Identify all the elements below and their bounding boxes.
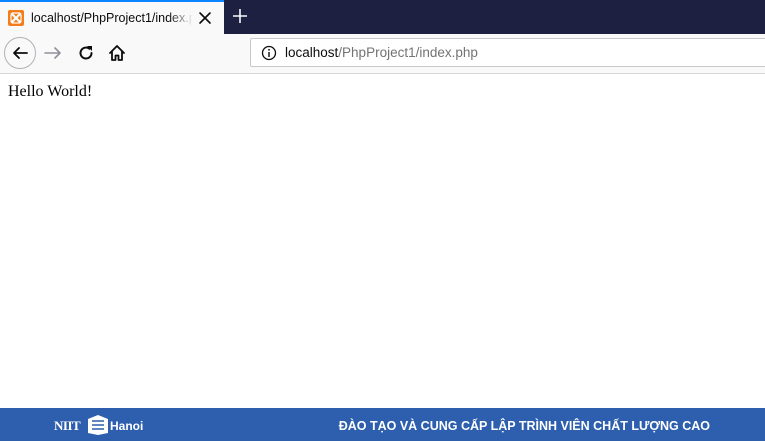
plus-icon[interactable] (232, 8, 248, 24)
xampp-icon (8, 10, 24, 26)
url-host: localhost (285, 45, 339, 60)
url-text[interactable]: localhost/PhpProject1/index.php (285, 45, 478, 60)
logo-city: Hanoi (110, 419, 144, 433)
page-content: Hello World! (0, 74, 765, 408)
back-arrow-icon (13, 47, 28, 59)
reload-button[interactable] (77, 44, 95, 67)
tab-strip: localhost/PhpProject1/index.php (0, 0, 765, 34)
navigation-toolbar: localhost/PhpProject1/index.php (0, 34, 765, 74)
home-button[interactable] (108, 44, 126, 67)
footer-slogan: ĐÀO TẠO VÀ CUNG CẤP LẬP TRÌNH VIÊN CHẤT … (338, 419, 710, 433)
url-bar[interactable]: localhost/PhpProject1/index.php (250, 38, 765, 67)
close-icon[interactable] (198, 11, 212, 25)
tab-title: localhost/PhpProject1/index.php (31, 11, 193, 25)
tab-active[interactable]: localhost/PhpProject1/index.php (0, 0, 224, 34)
reload-icon (79, 46, 93, 60)
footer-banner: NIIT Hanoi ĐÀO TẠO VÀ CUNG CẤP LẬP TRÌNH… (0, 408, 765, 441)
home-icon (109, 45, 125, 61)
forward-button[interactable] (44, 45, 62, 66)
page-body-text: Hello World! (8, 83, 93, 100)
logo-mark-icon (86, 413, 110, 442)
url-path: /PhpProject1/index.php (338, 45, 478, 60)
back-button[interactable] (4, 37, 36, 69)
info-icon[interactable] (261, 45, 277, 66)
logo-brand: NIIT (54, 418, 81, 433)
forward-arrow-icon (44, 47, 61, 59)
